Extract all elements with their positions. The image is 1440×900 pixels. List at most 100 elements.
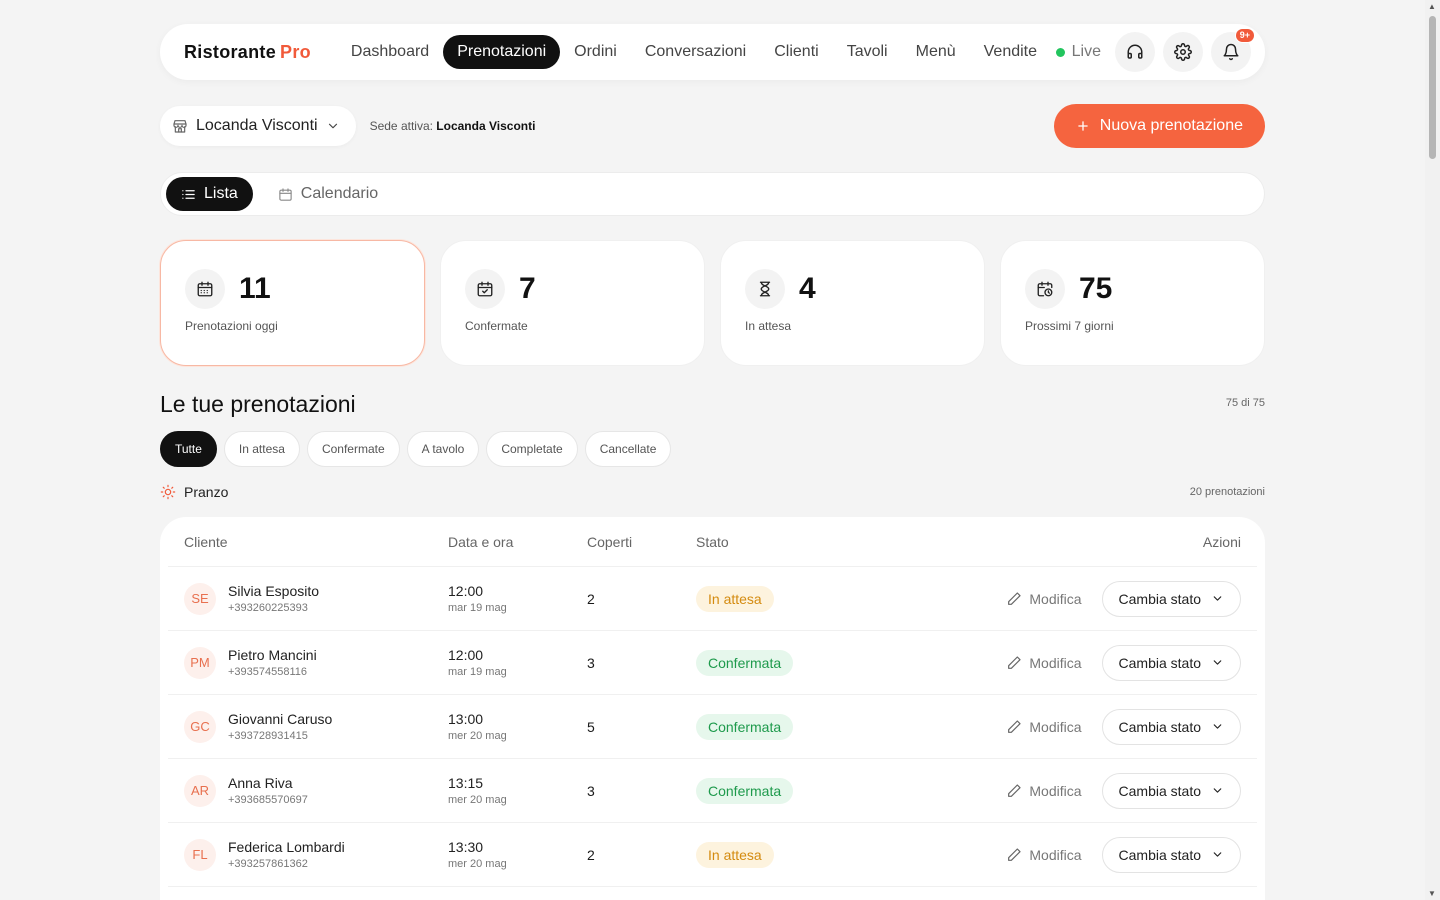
active-venue-name: Locanda Visconti [436, 119, 536, 133]
settings-button[interactable] [1163, 32, 1203, 72]
edit-button[interactable]: Modifica [1006, 847, 1082, 863]
filter-in-attesa[interactable]: In attesa [223, 431, 300, 467]
filter-chips: Tutte In attesa Confermate A tavolo Comp… [160, 431, 672, 467]
edit-button[interactable]: Modifica [1006, 654, 1082, 671]
nav-clienti[interactable]: Clienti [760, 35, 832, 69]
nav-ordini[interactable]: Ordini [560, 35, 631, 69]
filter-a-tavolo[interactable]: A tavolo [406, 431, 480, 467]
pencil-icon [1008, 783, 1021, 797]
stat-label: Prossimi 7 giorni [1025, 319, 1114, 333]
section-title: Le tue prenotazioni [160, 391, 356, 417]
view-calendar-button[interactable]: Calendario [263, 177, 393, 211]
sun-icon [160, 484, 176, 500]
stat-value: 75 [1079, 272, 1113, 305]
pencil-icon [1008, 719, 1021, 733]
client-phone: +393257861362 [228, 858, 308, 870]
calendar-icon [185, 269, 225, 309]
nav-prenotazioni[interactable]: Prenotazioni [443, 35, 561, 69]
nav-tavoli[interactable]: Tavoli [833, 35, 902, 69]
change-status-button[interactable]: Cambia stato [1101, 580, 1241, 617]
top-nav: Ristorante Pro Dashboard Prenotazioni Ord… [160, 24, 1265, 80]
header-client: Cliente [184, 533, 228, 550]
avatar: SE [184, 582, 216, 615]
support-button[interactable] [1115, 32, 1155, 72]
view-toggle: Lista Calendario [160, 172, 1265, 216]
nav-links: Dashboard Prenotazioni Ordini Conversazi… [337, 35, 1051, 69]
venue-select[interactable]: Locanda Visconti [160, 106, 356, 146]
client-phone: +393260225393 [228, 602, 308, 614]
table-row[interactable]: PM Pietro Mancini +393574558116 12:00 ma… [168, 631, 1257, 695]
chevron-down-icon [1213, 724, 1222, 729]
nav-vendite[interactable]: Vendite [970, 35, 1051, 69]
gear-icon [1174, 43, 1192, 61]
client-name: Pietro Mancini [228, 647, 317, 663]
plus-icon [1078, 121, 1088, 131]
edit-label: Modifica [1029, 718, 1082, 735]
view-list-label: Lista [204, 185, 238, 202]
edit-button[interactable]: Modifica [1006, 718, 1082, 735]
stat-card-today[interactable]: 11 Prenotazioni oggi [160, 240, 425, 366]
reservation-time: 13:00 [448, 711, 484, 727]
filter-tutte[interactable]: Tutte [160, 431, 217, 467]
reservation-day: mer 20 mag [448, 858, 507, 870]
filter-completate[interactable]: Completate [486, 431, 578, 467]
covers: 2 [587, 590, 595, 607]
stat-label: Confermate [465, 319, 528, 333]
brand-suffix: Pro [280, 41, 311, 62]
edit-label: Modifica [1029, 654, 1082, 671]
stat-card-confirmed[interactable]: 7 Confermate [440, 240, 705, 366]
view-calendar-label: Calendario [300, 185, 379, 202]
filter-cancellate[interactable]: Cancellate [584, 431, 672, 467]
nav-menu[interactable]: Menù [902, 35, 970, 69]
reservation-time: 13:30 [448, 839, 484, 855]
header-actions: Azioni [1202, 533, 1241, 550]
group-count: 20 prenotazioni [1189, 486, 1265, 498]
nav-right: Live 9+ [1055, 28, 1255, 72]
change-status-button[interactable]: Cambia stato [1101, 836, 1241, 873]
brand-logo[interactable]: Ristorante Pro [184, 42, 311, 63]
venue-row: Locanda Visconti Sede attiva: Locanda Vi… [160, 104, 1265, 148]
stat-label: Prenotazioni oggi [185, 319, 278, 333]
filter-confermate[interactable]: Confermate [306, 431, 400, 467]
reservation-day: mer 20 mag [448, 730, 507, 742]
nav-conversazioni[interactable]: Conversazioni [631, 35, 760, 69]
table-row[interactable]: AR Anna Riva +393685570697 13:15 mer 20 … [168, 759, 1257, 823]
live-label: Live [1071, 43, 1101, 60]
live-dot-icon [1055, 47, 1065, 57]
nav-dashboard[interactable]: Dashboard [337, 35, 443, 69]
table-row[interactable]: SE Silvia Esposito +393260225393 12:00 m… [168, 567, 1257, 631]
stat-card-pending[interactable]: 4 In attesa [720, 240, 985, 366]
avatar: PM [184, 646, 216, 679]
edit-button[interactable]: Modifica [1006, 782, 1082, 799]
reservation-day: mer 20 mag [448, 794, 507, 806]
edit-button[interactable]: Modifica [1006, 591, 1082, 607]
table-row[interactable]: GC Giovanni Caruso +393728931415 13:00 m… [168, 695, 1257, 759]
stat-card-next-week[interactable]: 75 Prossimi 7 giorni [1000, 240, 1265, 366]
client-phone: +393728931415 [228, 730, 308, 742]
reservation-time: 12:00 [448, 647, 484, 663]
change-status-button[interactable]: Cambia stato [1101, 708, 1241, 745]
change-status-label: Cambia stato [1118, 846, 1201, 863]
page-scrollbar[interactable]: ▲ ▼ [1425, 0, 1440, 900]
bell-icon [1223, 43, 1239, 61]
scroll-down-arrow-icon[interactable]: ▼ [1428, 889, 1436, 898]
reservation-time: 12:00 [448, 583, 484, 599]
group-header: Pranzo 20 prenotazioni [160, 484, 1265, 500]
store-icon [173, 120, 187, 133]
pencil-icon [1008, 591, 1021, 605]
scrollbar-thumb[interactable] [1429, 16, 1436, 159]
notifications-button[interactable]: 9+ [1211, 28, 1255, 72]
edit-label: Modifica [1029, 782, 1082, 799]
change-status-label: Cambia stato [1118, 654, 1201, 671]
avatar: AR [184, 774, 216, 807]
change-status-button[interactable]: Cambia stato [1101, 772, 1241, 809]
scroll-up-arrow-icon[interactable]: ▲ [1428, 2, 1436, 11]
view-list-button[interactable]: Lista [166, 177, 253, 211]
table-row[interactable]: FL Federica Lombardi +393257861362 13:30… [168, 823, 1257, 887]
headset-icon [1127, 44, 1143, 59]
calendar-icon [279, 187, 292, 201]
new-reservation-button[interactable]: Nuova prenotazione [1053, 104, 1265, 148]
change-status-label: Cambia stato [1118, 782, 1201, 799]
change-status-button[interactable]: Cambia stato [1101, 644, 1241, 681]
group-name-label: Pranzo [184, 484, 229, 500]
